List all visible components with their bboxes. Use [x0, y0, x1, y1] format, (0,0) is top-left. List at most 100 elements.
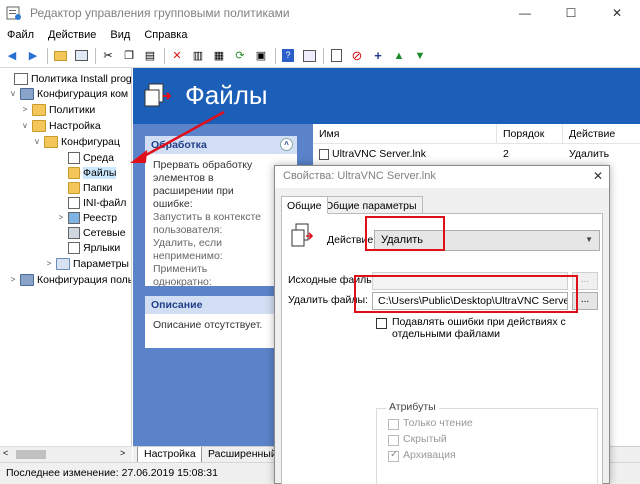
dialog-close-button[interactable]: ✕ [593, 169, 603, 183]
delete-icon[interactable]: ✕ [169, 48, 185, 64]
dialog-title-bar: Свойства: UltraVNC Server.lnk ✕ [275, 166, 609, 188]
tree-item-control-panel[interactable]: > Параметры [44, 256, 129, 271]
expander[interactable]: > [56, 213, 66, 222]
menu-help[interactable]: Справка [137, 29, 194, 41]
toolbar-separator [164, 47, 165, 64]
row-action: Удалить [569, 148, 610, 160]
close-button[interactable]: ✕ [594, 0, 640, 26]
tree-item-registry[interactable]: > Реестр [56, 210, 117, 225]
column-order[interactable]: Порядок [497, 124, 563, 144]
suppress-errors-label: Подавлять ошибки при действиях с отдельн… [392, 316, 566, 340]
tree-horizontal-scrollbar[interactable]: < > [0, 446, 132, 462]
tree-item-network-shares[interactable]: Сетевые [56, 225, 126, 240]
column-action[interactable]: Действие [563, 124, 640, 144]
maximize-button[interactable]: ☐ [548, 0, 594, 26]
stop-icon[interactable]: ⊘ [349, 48, 365, 64]
details-view-icon[interactable] [301, 48, 317, 64]
toolbar: ◀ ▶ ✂ ❐ ▤ ✕ ▥ ▦ ⟳ ▣ ? ⊘ + ▲ ▼ [0, 44, 640, 68]
network-share-icon [68, 226, 80, 239]
suppress-errors-line: отдельными файлами [392, 328, 501, 340]
tree-item-ini-files[interactable]: INI-файл [56, 195, 126, 210]
tree-item-label: Конфигурация поль [37, 273, 132, 286]
processing-line: неприменимо: [153, 250, 223, 262]
scroll-left-icon[interactable]: < [3, 448, 8, 458]
tree-item-label: Настройка [49, 119, 101, 132]
annotation-box-action [365, 216, 445, 251]
panel-header: Файлы [133, 68, 640, 124]
tree-item-label: Политика Install progr [31, 72, 132, 85]
show-hide-tree-icon[interactable] [73, 48, 89, 64]
expander[interactable]: v [32, 137, 42, 146]
control-panel-icon [56, 257, 70, 270]
readonly-label: Только чтение [403, 417, 473, 429]
up-folder-icon[interactable] [52, 48, 68, 64]
tree-item-folders[interactable]: Папки [56, 180, 113, 195]
scroll-thumb[interactable] [16, 450, 46, 459]
minimize-button[interactable]: — [502, 0, 548, 26]
print-icon[interactable]: ▦ [211, 48, 227, 64]
tree-item-policies[interactable]: > Политики [20, 102, 95, 117]
tab-settings[interactable]: Настройка [137, 447, 203, 463]
shortcut-file-icon [319, 148, 329, 160]
menu-action[interactable]: Действие [41, 29, 103, 41]
expander[interactable]: v [20, 121, 30, 130]
processing-line: расширении при [153, 185, 234, 197]
folder-icon [32, 119, 46, 132]
new-item-icon[interactable] [328, 48, 344, 64]
computer-icon [20, 87, 34, 100]
tree-item-label: Файлы [83, 166, 117, 179]
forward-arrow-icon[interactable]: ▶ [25, 48, 41, 64]
tree-item-windows-settings[interactable]: v Конфигурац [32, 134, 120, 149]
shortcut-icon [68, 241, 80, 254]
cut-icon[interactable]: ✂ [100, 48, 116, 64]
collapse-icon[interactable]: ^ [280, 138, 293, 151]
help-icon[interactable]: ? [280, 48, 296, 64]
back-arrow-icon[interactable]: ◀ [4, 48, 20, 64]
processing-line: пользователя: [153, 224, 223, 236]
console-tree: Политика Install progr v Конфигурация ком… [0, 68, 132, 446]
properties-icon[interactable]: ▥ [190, 48, 206, 64]
archive-checkbox[interactable]: ✓ [388, 449, 399, 462]
tree-item-shortcuts[interactable]: Ярлыки [56, 240, 120, 255]
title-bar: Редактор управления групповыми политикам… [0, 0, 640, 26]
scroll-right-icon[interactable]: > [120, 448, 125, 458]
expander[interactable]: > [44, 259, 54, 268]
refresh-icon[interactable]: ⟳ [232, 48, 248, 64]
tree-item-user-config[interactable]: > Конфигурация поль [8, 272, 132, 287]
column-name[interactable]: Имя [313, 124, 497, 144]
expander[interactable]: > [8, 275, 18, 284]
copy-icon[interactable]: ❐ [121, 48, 137, 64]
tree-item-files[interactable]: Файлы [56, 165, 117, 180]
suppress-errors-checkbox[interactable] [376, 318, 387, 329]
menu-view[interactable]: Вид [103, 29, 137, 41]
add-icon[interactable]: + [370, 48, 386, 64]
menu-file[interactable]: Файл [0, 29, 41, 41]
readonly-checkbox[interactable] [388, 419, 399, 430]
move-up-icon[interactable]: ▲ [391, 48, 407, 64]
paste-icon[interactable]: ▤ [142, 48, 158, 64]
expander[interactable]: > [20, 105, 30, 114]
expander[interactable]: v [8, 89, 18, 98]
folder-icon [68, 181, 80, 194]
window-title: Редактор управления групповыми политикам… [30, 6, 290, 20]
tab-common-options[interactable]: Общие параметры [319, 196, 423, 214]
processing-line: ошибке: [153, 198, 193, 210]
row-name: UltraVNC Server.lnk [332, 148, 426, 160]
toolbar-separator [95, 47, 96, 64]
tree-item-label: INI-файл [83, 196, 127, 209]
processing-line: Запустить в контексте [153, 211, 261, 223]
tab-extended[interactable]: Расширенный [201, 447, 284, 463]
processing-line: Удалить, если [153, 237, 223, 249]
export-list-icon[interactable]: ▣ [253, 48, 269, 64]
gpo-app-icon [6, 6, 21, 20]
tree-item-label: Сетевые [83, 226, 126, 239]
tab-general[interactable]: Общие [281, 196, 328, 214]
tree-item-computer-config[interactable]: v Конфигурация ком [8, 86, 128, 101]
environment-icon [68, 151, 80, 164]
move-down-icon[interactable]: ▼ [412, 48, 428, 64]
tree-item-policy-root[interactable]: Политика Install progr [2, 71, 132, 86]
chevron-down-icon: ▼ [585, 235, 593, 244]
tree-item-preferences[interactable]: v Настройка [20, 118, 101, 133]
hidden-checkbox[interactable] [388, 435, 399, 446]
tree-item-environment[interactable]: Среда [56, 150, 114, 165]
